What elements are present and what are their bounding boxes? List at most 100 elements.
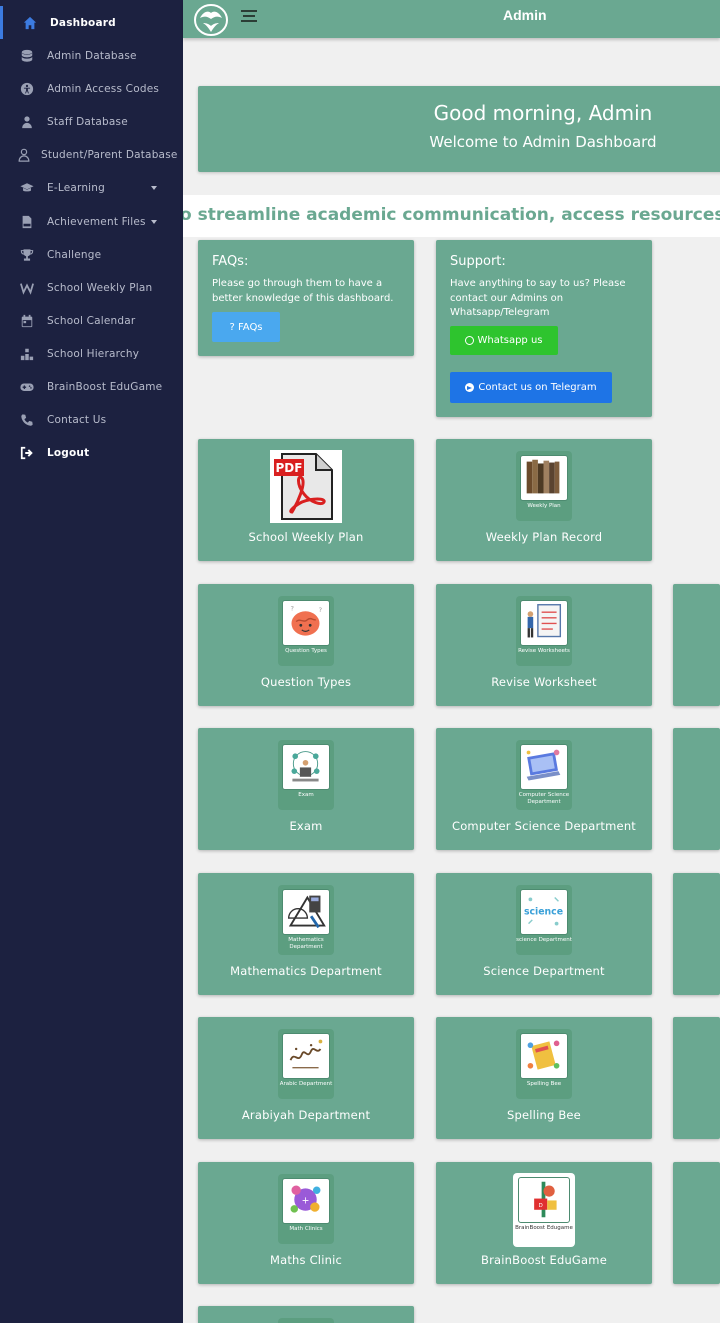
tile-science-department[interactable]: science science Department Science Depar… — [436, 873, 652, 995]
weekly-plan-icon: Weekly Plan — [516, 451, 572, 521]
sidebar-item-achievement-files[interactable]: Achievement Files — [0, 205, 183, 238]
science-icon: science science Department — [516, 885, 572, 955]
tile-label: Question Types — [260, 675, 352, 689]
database-icon — [19, 48, 35, 64]
svg-text:+: + — [302, 1195, 310, 1206]
tile-question-types[interactable]: ?? Question Types Question Types — [198, 584, 414, 706]
tile-label: School Weekly Plan — [248, 530, 364, 544]
greeting-subtitle: Welcome to Admin Dashboard — [429, 133, 657, 151]
accessibility-icon — [19, 81, 35, 97]
tile-label: Computer Science Department — [451, 819, 637, 833]
scrolling-announcement: o streamline academic communication, acc… — [183, 195, 720, 237]
sidebar: Dashboard Admin Database Admin Access Co… — [0, 0, 183, 1323]
faqs-text: Please go through them to have a better … — [212, 278, 394, 304]
telegram-button[interactable]: Contact us on Telegram — [450, 372, 612, 403]
tile-icon-partial — [278, 1318, 334, 1323]
logout-icon — [19, 445, 35, 461]
tile-label: Arabiyah Department — [241, 1108, 371, 1122]
tile-school-weekly-plan[interactable]: PDF School Weekly Plan — [198, 439, 414, 561]
tile-mathematics-department[interactable]: Mathematics Department Mathematics Depar… — [198, 873, 414, 995]
sidebar-item-admin-access-codes[interactable]: Admin Access Codes — [0, 72, 183, 105]
support-text: Have anything to say to us? Please conta… — [450, 278, 626, 318]
spelling-bee-icon: Spelling Bee — [516, 1029, 572, 1099]
svg-text:?: ? — [291, 604, 295, 612]
tile-brainboost-edugame[interactable]: D BrainBoost Edugame BrainBoost EduGame — [436, 1162, 652, 1284]
home-icon — [22, 15, 38, 31]
phone-icon — [19, 412, 35, 428]
faqs-title: FAQs: — [212, 254, 249, 269]
svg-text:D: D — [539, 1203, 543, 1209]
support-title: Support: — [450, 254, 506, 269]
pdf-file-icon — [19, 214, 35, 230]
exam-icon: Exam — [278, 740, 334, 810]
gamepad-icon — [19, 379, 35, 395]
sidebar-item-brainboost-edugame[interactable]: BrainBoost EduGame — [0, 370, 183, 403]
svg-text:PDF: PDF — [276, 461, 303, 475]
tile-label: Weekly Plan Record — [485, 530, 603, 544]
hierarchy-icon — [19, 346, 35, 362]
tile-revise-worksheet[interactable]: Revise Worksheets Revise Worksheet — [436, 584, 652, 706]
tile-label: Mathematics Department — [230, 964, 382, 978]
sidebar-item-dashboard[interactable]: Dashboard — [0, 6, 183, 39]
tile-partial[interactable] — [198, 1306, 414, 1323]
sidebar-item-school-weekly-plan[interactable]: School Weekly Plan — [0, 271, 183, 304]
tile-exam[interactable]: Exam Exam — [198, 728, 414, 850]
tile-label: Revise Worksheet — [491, 675, 597, 689]
sidebar-item-e-learning[interactable]: E-Learning — [0, 171, 183, 204]
tile-maths-clinic[interactable]: + Math Clinics Maths Clinic — [198, 1162, 414, 1284]
staff-icon — [19, 114, 35, 130]
sidebar-item-challenge[interactable]: Challenge — [0, 238, 183, 271]
tile-weekly-plan-record[interactable]: Weekly Plan Weekly Plan Record — [436, 439, 652, 561]
greeting-title: Good morning, Admin — [433, 101, 653, 125]
school-logo[interactable] — [193, 3, 229, 37]
w-letter-icon — [19, 280, 35, 296]
announcement-text: o streamline academic communication, acc… — [183, 205, 720, 225]
tile-arabiyah-department[interactable]: Arabic Department Arabiyah Department — [198, 1017, 414, 1139]
sidebar-item-logout[interactable]: Logout — [0, 436, 183, 469]
support-card: Support: Have anything to say to us? Ple… — [436, 240, 652, 417]
svg-text:?: ? — [319, 606, 323, 614]
header-title: Admin — [503, 7, 547, 23]
chevron-down-icon — [151, 219, 157, 224]
brainboost-icon: D BrainBoost Edugame — [513, 1173, 575, 1247]
sidebar-item-staff-database[interactable]: Staff Database — [0, 105, 183, 138]
top-bar: Admin — [183, 0, 720, 38]
tile-partial[interactable] — [673, 728, 720, 850]
graduation-cap-icon — [19, 180, 35, 196]
tile-label: Science Department — [483, 964, 605, 978]
whatsapp-button[interactable]: Whatsapp us — [450, 326, 558, 355]
revise-worksheet-icon: Revise Worksheets — [516, 596, 572, 666]
mathematics-icon: Mathematics Department — [278, 885, 334, 955]
whatsapp-button-label: Whatsapp us — [477, 335, 543, 346]
telegram-button-label: Contact us on Telegram — [478, 382, 597, 393]
sidebar-item-school-hierarchy[interactable]: School Hierarchy — [0, 337, 183, 370]
maths-clinic-icon: + Math Clinics — [278, 1174, 334, 1244]
tile-label: BrainBoost EduGame — [481, 1253, 607, 1267]
sidebar-item-student-parent-database[interactable]: Student/Parent Database — [0, 138, 183, 171]
faqs-button[interactable]: ? FAQs — [212, 312, 280, 342]
user-icon — [16, 147, 32, 163]
tile-label: Exam — [289, 819, 323, 833]
pdf-document-icon: PDF — [270, 450, 342, 523]
greeting-banner: Good morning, Admin Welcome to Admin Das… — [198, 86, 720, 172]
computer-science-icon: Computer Science Department — [516, 740, 572, 810]
svg-text:science: science — [524, 906, 563, 917]
tile-partial[interactable] — [673, 873, 720, 995]
hamburger-menu-icon[interactable] — [241, 10, 257, 24]
tile-label: Spelling Bee — [507, 1108, 581, 1122]
tile-spelling-bee[interactable]: Spelling Bee Spelling Bee — [436, 1017, 652, 1139]
chevron-down-icon — [151, 185, 157, 190]
tile-computer-science-department[interactable]: Computer Science Department Computer Sci… — [436, 728, 652, 850]
tile-partial[interactable] — [673, 1162, 720, 1284]
tile-label: Maths Clinic — [269, 1253, 343, 1267]
whatsapp-icon — [465, 336, 475, 345]
trophy-icon — [19, 247, 35, 263]
sidebar-item-admin-database[interactable]: Admin Database — [0, 39, 183, 72]
sidebar-item-contact-us[interactable]: Contact Us — [0, 403, 183, 436]
calendar-icon — [19, 313, 35, 329]
tile-partial[interactable] — [673, 584, 720, 706]
tile-partial[interactable] — [673, 1017, 720, 1139]
faqs-card: FAQs: Please go through them to have a b… — [198, 240, 414, 356]
sidebar-item-school-calendar[interactable]: School Calendar — [0, 304, 183, 337]
arabic-icon: Arabic Department — [278, 1029, 334, 1099]
